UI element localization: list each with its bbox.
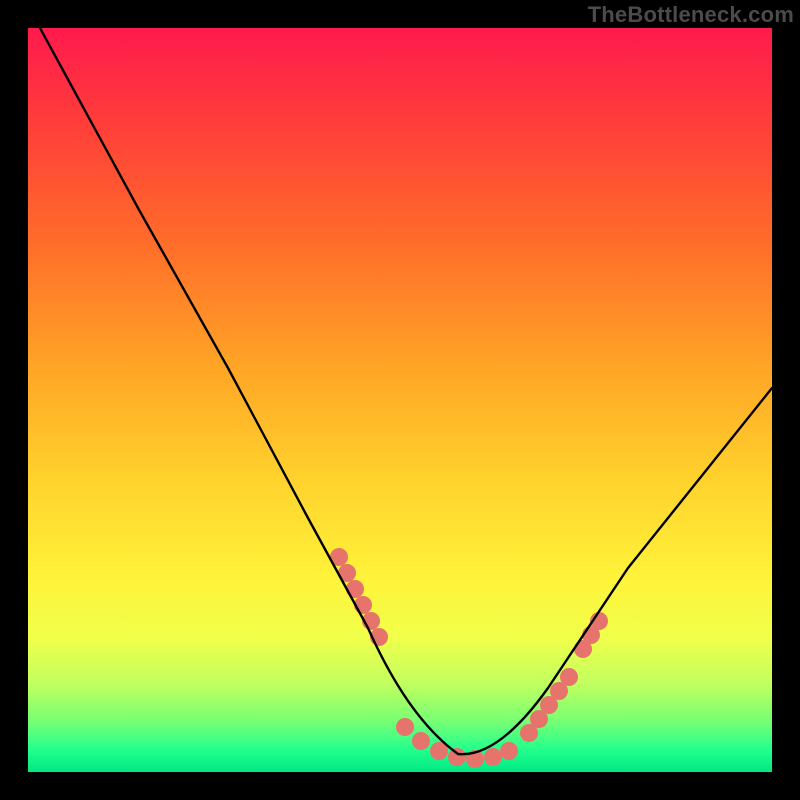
marker-dot (412, 732, 430, 750)
bottleneck-curve (40, 28, 772, 754)
marker-dot (396, 718, 414, 736)
chart-plot-area (28, 28, 772, 772)
marker-dot (500, 742, 518, 760)
marker-dot (560, 668, 578, 686)
marker-dot (484, 748, 502, 766)
marker-group (330, 548, 608, 768)
marker-dot (346, 580, 364, 598)
chart-svg (28, 28, 772, 772)
marker-dot (448, 748, 466, 766)
watermark-text: TheBottleneck.com (588, 2, 794, 28)
